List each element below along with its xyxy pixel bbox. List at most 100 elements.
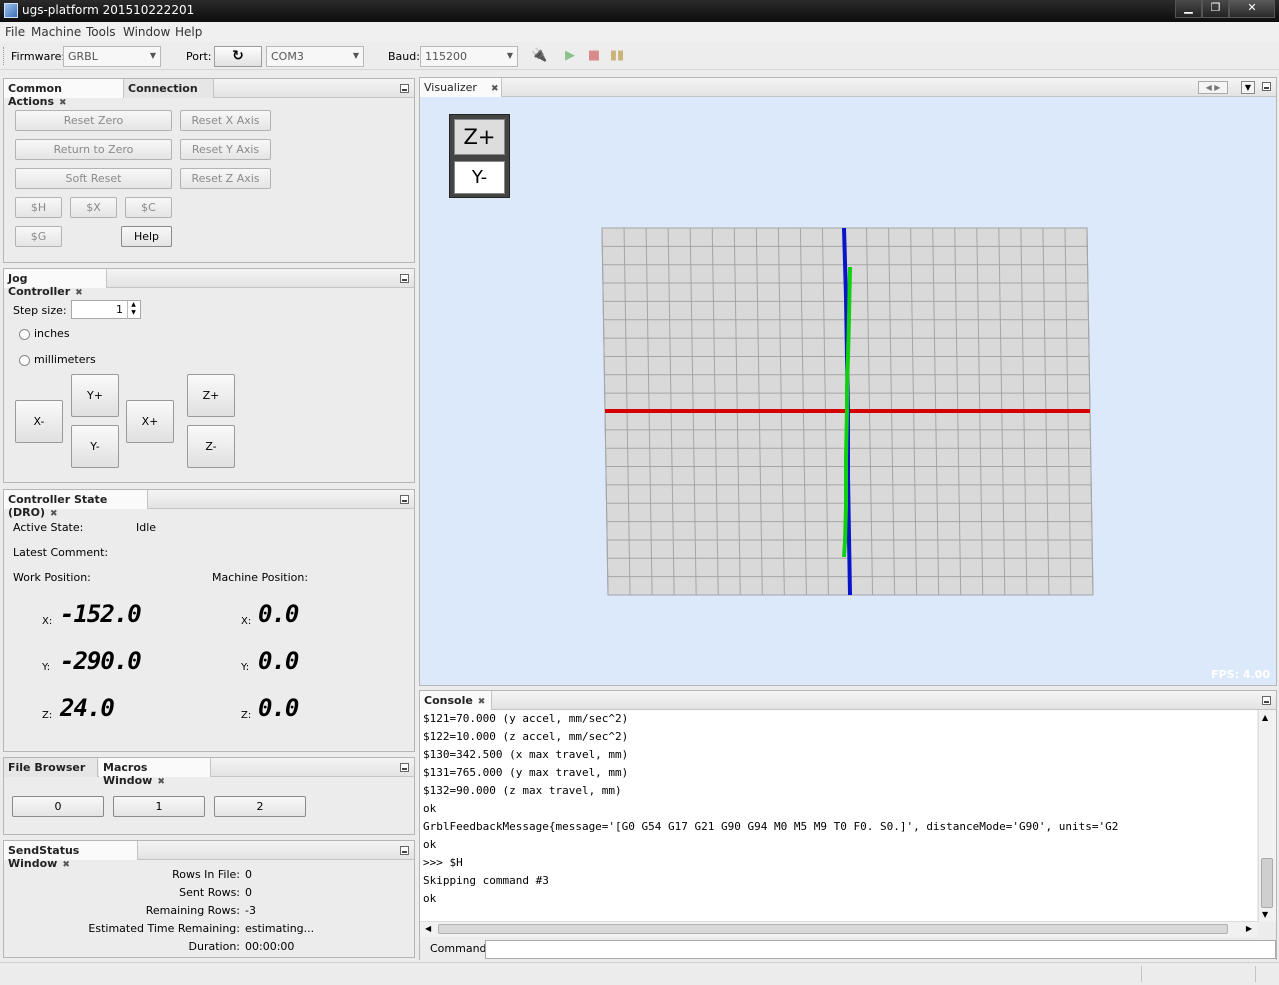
menu-tools[interactable]: Tools bbox=[86, 25, 116, 39]
menu-bar: File Machine Tools Window Help bbox=[0, 22, 1279, 42]
reset-z-axis-button[interactable]: Reset Z Axis bbox=[180, 168, 271, 189]
stop-icon[interactable]: ■ bbox=[586, 48, 602, 64]
jog-y-minus-button[interactable]: Y- bbox=[71, 425, 119, 468]
visualizer-grid-svg bbox=[601, 227, 1094, 596]
spinner-down-icon[interactable]: ▼ bbox=[127, 309, 139, 318]
sent-rows-value: 0 bbox=[245, 886, 252, 899]
tab-macros-window[interactable]: Macros Window ✖ bbox=[99, 758, 211, 787]
minimize-panel-icon[interactable] bbox=[400, 495, 409, 504]
chevron-down-icon: ▼ bbox=[506, 51, 513, 60]
reset-y-axis-button[interactable]: Reset Y Axis bbox=[180, 139, 271, 160]
minimize-panel-icon[interactable] bbox=[400, 84, 409, 93]
command-input[interactable] bbox=[485, 940, 1276, 959]
home-h-button[interactable]: $H bbox=[15, 197, 62, 218]
console-vertical-scrollbar[interactable]: ▲ ▼ bbox=[1258, 710, 1276, 922]
close-tab-icon: ✖ bbox=[62, 860, 70, 870]
unlock-x-button[interactable]: $X bbox=[70, 197, 117, 218]
macro-0-button[interactable]: 0 bbox=[12, 796, 104, 817]
menu-file[interactable]: File bbox=[5, 25, 25, 39]
fps-counter: FPS: 4.00 bbox=[1211, 668, 1270, 681]
close-tab-icon: ✖ bbox=[75, 288, 83, 298]
soft-reset-button[interactable]: Soft Reset bbox=[15, 168, 172, 189]
tab-visualizer[interactable]: Visualizer ✖ bbox=[420, 78, 502, 97]
toolbar-grip bbox=[3, 47, 5, 65]
jog-z-plus-button[interactable]: Z+ bbox=[187, 374, 235, 417]
reset-zero-button[interactable]: Reset Zero bbox=[15, 110, 172, 131]
dro-panel: Controller State (DRO) ✖ Active State: Id… bbox=[3, 489, 415, 752]
app-icon bbox=[4, 3, 18, 18]
minimize-panel-icon[interactable] bbox=[1262, 696, 1271, 705]
scroll-left-icon[interactable]: ◀ bbox=[425, 924, 431, 933]
minimize-panel-icon[interactable] bbox=[400, 274, 409, 283]
maximize-panel-icon[interactable] bbox=[1262, 82, 1271, 91]
connect-plug-icon[interactable]: 🔌 bbox=[531, 48, 547, 64]
refresh-ports-button[interactable]: ↻ bbox=[214, 46, 262, 67]
refresh-icon: ↻ bbox=[232, 48, 244, 64]
visualizer-canvas[interactable]: Z+ Y- FPS: 4.00 bbox=[420, 97, 1276, 685]
latest-comment-label: Latest Comment: bbox=[13, 546, 109, 559]
macro-1-button[interactable]: 1 bbox=[113, 796, 205, 817]
return-to-zero-button[interactable]: Return to Zero bbox=[15, 139, 172, 160]
tab-file-browser[interactable]: File Browser bbox=[4, 758, 98, 777]
tab-sendstatus-window[interactable]: SendStatus Window ✖ bbox=[4, 841, 138, 870]
firmware-value: GRBL bbox=[68, 50, 98, 63]
menu-machine[interactable]: Machine bbox=[31, 25, 81, 39]
scroll-up-icon[interactable]: ▲ bbox=[1262, 713, 1268, 722]
console-horizontal-scrollbar[interactable]: ◀ ▶ bbox=[420, 921, 1258, 937]
scroll-right-icon[interactable]: ▶ bbox=[1246, 924, 1252, 933]
minimize-panel-icon[interactable] bbox=[400, 763, 409, 772]
close-button[interactable]: ✕ bbox=[1229, 0, 1275, 18]
reset-x-axis-button[interactable]: Reset X Axis bbox=[180, 110, 271, 131]
tab-list-dropdown-icon[interactable]: ▼ bbox=[1241, 81, 1255, 94]
jog-x-plus-button[interactable]: X+ bbox=[126, 400, 174, 443]
menu-window[interactable]: Window bbox=[123, 25, 170, 39]
console-output[interactable]: $121=70.000 (y accel, mm/sec^2) $122=10.… bbox=[420, 710, 1257, 922]
tab-controller-state[interactable]: Controller State (DRO) ✖ bbox=[4, 490, 148, 519]
machine-x-value: 0.0 bbox=[258, 600, 299, 628]
remaining-rows-value: -3 bbox=[245, 904, 256, 917]
console-log: $121=70.000 (y accel, mm/sec^2) $122=10.… bbox=[423, 712, 1119, 905]
chevron-down-icon: ▼ bbox=[149, 51, 156, 60]
jog-y-plus-button[interactable]: Y+ bbox=[71, 374, 119, 417]
scroll-down-icon[interactable]: ▼ bbox=[1262, 910, 1268, 919]
maximize-button[interactable]: ❐ bbox=[1202, 0, 1229, 18]
tab-scroll-arrows[interactable]: ◀ ▶ bbox=[1198, 81, 1228, 94]
panel-header: SendStatus Window ✖ bbox=[4, 841, 414, 870]
machine-z-axis-label: Z: bbox=[241, 710, 252, 721]
minimize-panel-icon[interactable] bbox=[400, 846, 409, 855]
estimated-time-value: estimating... bbox=[245, 922, 315, 935]
scroll-thumb[interactable] bbox=[1261, 858, 1273, 908]
spinner-up-icon[interactable]: ▲ bbox=[127, 301, 139, 309]
menu-help[interactable]: Help bbox=[175, 25, 202, 39]
baud-label: Baud: bbox=[388, 50, 420, 63]
work-x-value: -152.0 bbox=[60, 600, 142, 628]
panel-header: Common Actions ✖ Connection bbox=[4, 79, 414, 108]
pause-icon[interactable]: ▮▮ bbox=[609, 48, 625, 64]
tab-console[interactable]: Console ✖ bbox=[420, 691, 492, 710]
port-value: COM3 bbox=[271, 50, 304, 63]
firmware-select[interactable]: GRBL ▼ bbox=[63, 46, 161, 67]
tab-jog-controller[interactable]: Jog Controller ✖ bbox=[4, 269, 107, 298]
check-c-button[interactable]: $C bbox=[125, 197, 172, 218]
baud-value: 115200 bbox=[425, 50, 467, 63]
gcode-state-g-button[interactable]: $G bbox=[15, 226, 62, 247]
play-icon[interactable]: ▶ bbox=[562, 48, 578, 64]
macro-2-button[interactable]: 2 bbox=[214, 796, 306, 817]
duration-value: 00:00:00 bbox=[245, 940, 295, 953]
jog-x-minus-button[interactable]: X- bbox=[15, 400, 63, 443]
baud-select[interactable]: 115200 ▼ bbox=[420, 46, 518, 67]
step-size-label: Step size: bbox=[13, 304, 67, 317]
port-select[interactable]: COM3 ▼ bbox=[266, 46, 364, 67]
tab-connection[interactable]: Connection bbox=[124, 79, 214, 98]
help-button[interactable]: Help bbox=[121, 226, 172, 247]
inches-radio[interactable] bbox=[19, 329, 30, 340]
panel-header: Console ✖ bbox=[420, 691, 1276, 710]
tab-common-actions[interactable]: Common Actions ✖ bbox=[4, 79, 124, 108]
millimeters-radio[interactable] bbox=[19, 355, 30, 366]
jog-z-minus-button[interactable]: Z- bbox=[187, 425, 235, 468]
step-size-spinner[interactable]: 1 ▲ ▼ bbox=[71, 300, 141, 319]
firmware-label: Firmware: bbox=[11, 50, 66, 63]
work-x-axis-label: X: bbox=[42, 616, 53, 627]
minimize-button[interactable]: ▁ bbox=[1175, 0, 1202, 18]
hscroll-thumb[interactable] bbox=[438, 924, 1228, 934]
